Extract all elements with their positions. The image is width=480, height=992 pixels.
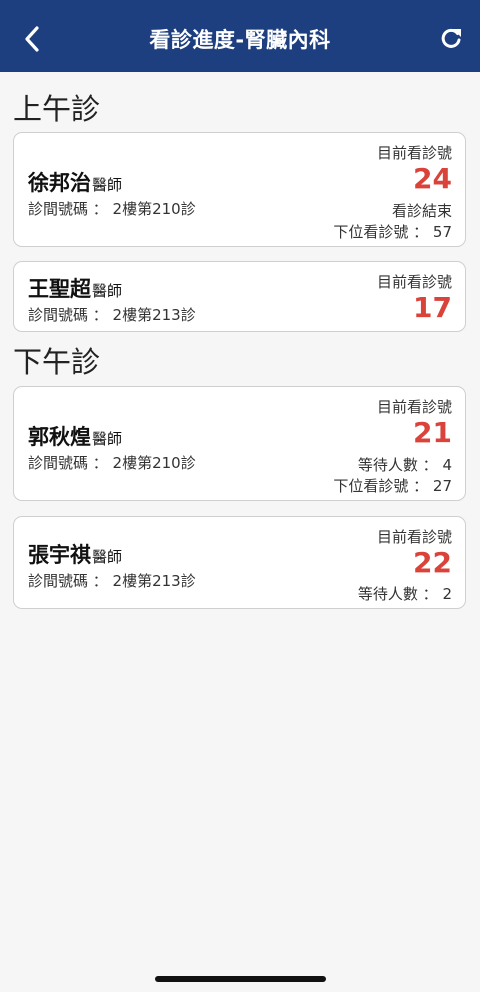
page-title: 看診進度-腎臟內科 xyxy=(149,28,331,52)
doctor-title-suffix: 醫師 xyxy=(92,548,123,566)
refresh-button[interactable] xyxy=(436,24,466,54)
doctor-name-text: 張宇祺 xyxy=(28,543,91,567)
next-number-line: 下位看診號 ： 27 xyxy=(333,477,452,495)
room-number: 診間號碼 ： 2樓第213診 xyxy=(28,306,196,324)
current-number: 22 xyxy=(413,546,452,579)
room-number: 診間號碼 ： 2樓第210診 xyxy=(28,454,196,472)
next-number-line: 下位看診號 ： 57 xyxy=(333,223,452,241)
doctor-name: 徐邦治醫師 xyxy=(28,167,122,197)
current-number: 24 xyxy=(413,162,452,195)
doctor-title-suffix: 醫師 xyxy=(92,282,123,300)
room-number: 診間號碼 ： 2樓第213診 xyxy=(28,572,196,590)
doctor-card[interactable]: 郭秋煌醫師 診間號碼 ： 2樓第210診 目前看診號 21 等待人數 ： 4 下… xyxy=(13,386,466,501)
doctor-card[interactable]: 王聖超醫師 診間號碼 ： 2樓第213診 目前看診號 17 xyxy=(13,261,466,332)
app-header: 看診進度-腎臟內科 xyxy=(0,0,480,72)
current-number: 21 xyxy=(413,416,452,449)
current-number: 17 xyxy=(413,291,452,324)
waiting-count-line: 等待人數 ： 2 xyxy=(357,585,452,603)
doctor-name-text: 郭秋煌 xyxy=(28,425,91,449)
status-line: 看診結束 xyxy=(391,202,452,220)
doctor-name: 郭秋煌醫師 xyxy=(28,421,122,451)
current-number-label: 目前看診號 xyxy=(376,528,452,546)
section-title-afternoon: 下午診 xyxy=(13,345,101,379)
doctor-name: 張宇祺醫師 xyxy=(28,539,122,569)
home-indicator xyxy=(155,976,326,982)
doctor-card[interactable]: 徐邦治醫師 診間號碼 ： 2樓第210診 目前看診號 24 看診結束 下位看診號… xyxy=(13,132,466,247)
current-number-label: 目前看診號 xyxy=(376,273,452,291)
current-number-label: 目前看診號 xyxy=(376,398,452,416)
doctor-card[interactable]: 張宇祺醫師 診間號碼 ： 2樓第213診 目前看診號 22 等待人數 ： 2 xyxy=(13,516,466,609)
doctor-title-suffix: 醫師 xyxy=(92,176,123,194)
doctor-name-text: 王聖超 xyxy=(28,277,91,301)
refresh-icon xyxy=(441,28,461,48)
doctor-name-text: 徐邦治 xyxy=(28,171,91,195)
room-number: 診間號碼 ： 2樓第210診 xyxy=(28,200,196,218)
waiting-count-line: 等待人數 ： 4 xyxy=(357,456,452,474)
doctor-title-suffix: 醫師 xyxy=(92,430,123,448)
section-title-morning: 上午診 xyxy=(13,92,101,126)
current-number-label: 目前看診號 xyxy=(376,144,452,162)
doctor-name: 王聖超醫師 xyxy=(28,273,122,303)
